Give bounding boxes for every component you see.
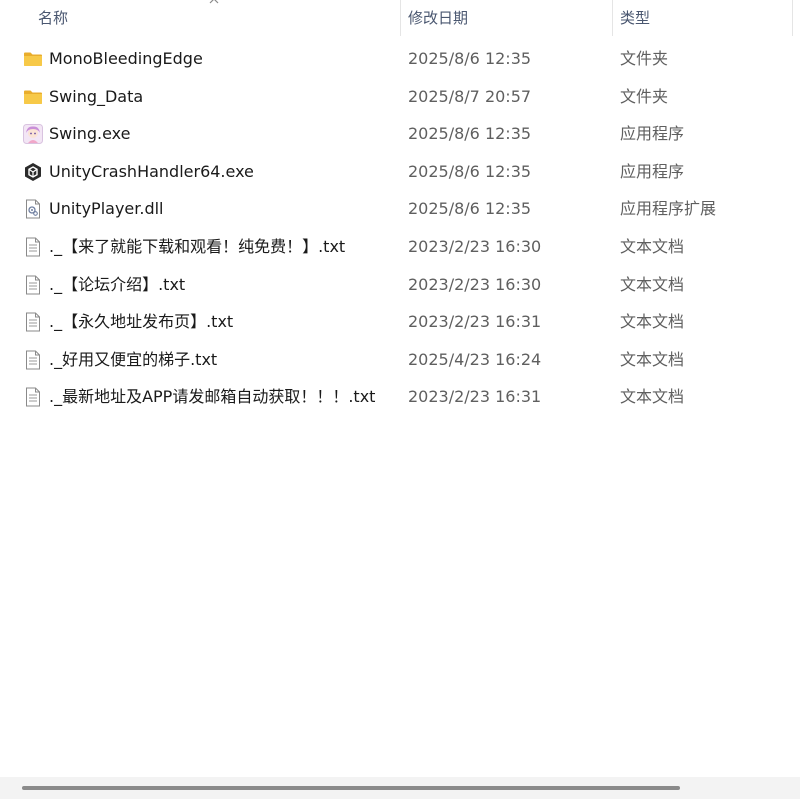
file-row[interactable]: MonoBleedingEdge 2025/8/6 12:35 文件夹: [0, 40, 800, 78]
file-date-modified: 2025/4/23 16:24: [408, 349, 542, 369]
file-name: ._最新地址及APP请发邮箱自动获取！！！.txt: [49, 387, 376, 407]
horizontal-scrollbar[interactable]: [0, 777, 800, 799]
file-date-modified: 2023/2/23 16:31: [408, 387, 542, 407]
file-date-modified: 2025/8/6 12:35: [408, 199, 532, 219]
folder-icon: [24, 90, 42, 104]
column-divider[interactable]: [400, 0, 401, 36]
file-type: 文本文档: [620, 349, 685, 369]
file-row[interactable]: Swing_Data 2025/8/7 20:57 文件夹: [0, 78, 800, 116]
file-row[interactable]: ._【来了就能下载和观看！纯免费！】.txt 2023/2/23 16:30 文…: [0, 228, 800, 266]
file-date-modified: 2023/2/23 16:30: [408, 236, 542, 256]
file-row[interactable]: ._【永久地址发布页】.txt 2023/2/23 16:31 文本文档: [0, 303, 800, 341]
file-type: 文本文档: [620, 236, 685, 256]
file-type: 文件夹: [620, 49, 669, 68]
file-row[interactable]: UnityCrashHandler64.exe 2025/8/6 12:35 应…: [0, 153, 800, 191]
dll-file-icon: [26, 199, 40, 219]
file-date-modified: 2025/8/7 20:57: [408, 86, 532, 106]
scrollbar-thumb[interactable]: [22, 786, 680, 790]
file-type: 应用程序扩展: [620, 199, 717, 219]
file-type: 文本文档: [620, 387, 685, 407]
file-date-modified: 2023/2/23 16:31: [408, 312, 542, 332]
folder-icon: [24, 52, 42, 66]
file-type: 应用程序: [620, 124, 685, 144]
text-file-icon: [26, 237, 40, 257]
file-name: ._【永久地址发布页】.txt: [49, 312, 234, 332]
file-row[interactable]: UnityPlayer.dll 2025/8/6 12:35 应用程序扩展: [0, 190, 800, 228]
file-name: Swing_Data: [49, 86, 144, 106]
file-name: Swing.exe: [49, 124, 131, 144]
file-date-modified: 2023/2/23 16:30: [408, 274, 542, 294]
column-header-date-modified[interactable]: 修改日期: [408, 0, 468, 36]
column-header-name[interactable]: 名称: [38, 0, 68, 36]
column-header-bar: 名称 修改日期 类型: [0, 0, 800, 36]
file-type: 文件夹: [620, 86, 669, 106]
file-row[interactable]: ._最新地址及APP请发邮箱自动获取！！！.txt 2023/2/23 16:3…: [0, 378, 800, 416]
file-name: MonoBleedingEdge: [49, 49, 203, 68]
text-file-icon: [26, 350, 40, 370]
text-file-icon: [26, 275, 40, 295]
file-name: UnityPlayer.dll: [49, 199, 164, 219]
column-divider[interactable]: [792, 0, 793, 36]
file-type: 文本文档: [620, 312, 685, 332]
file-name: UnityCrashHandler64.exe: [49, 161, 254, 181]
file-date-modified: 2025/8/6 12:35: [408, 49, 532, 68]
text-file-icon: [26, 387, 40, 407]
file-date-modified: 2025/8/6 12:35: [408, 161, 532, 181]
file-row[interactable]: Swing.exe 2025/8/6 12:35 应用程序: [0, 115, 800, 153]
file-name: ._好用又便宜的梯子.txt: [49, 349, 218, 369]
unity-icon: [25, 162, 41, 181]
file-list: MonoBleedingEdge 2025/8/6 12:35 文件夹 Swin…: [0, 40, 800, 416]
app-character-icon: [23, 124, 43, 145]
file-row[interactable]: ._【论坛介绍】.txt 2023/2/23 16:30 文本文档: [0, 266, 800, 304]
column-divider[interactable]: [612, 0, 613, 36]
file-type: 文本文档: [620, 274, 685, 294]
column-header-type[interactable]: 类型: [620, 0, 650, 36]
chevron-up-icon: [209, 0, 219, 4]
file-type: 应用程序: [620, 161, 685, 181]
file-explorer-details-view: 名称 修改日期 类型 MonoBleedingEdge 2025/8/6 12:…: [0, 0, 800, 799]
file-name: ._【论坛介绍】.txt: [49, 274, 186, 294]
file-date-modified: 2025/8/6 12:35: [408, 124, 532, 144]
file-row[interactable]: ._好用又便宜的梯子.txt 2025/4/23 16:24 文本文档: [0, 341, 800, 379]
text-file-icon: [26, 312, 40, 332]
file-name: ._【来了就能下载和观看！纯免费！】.txt: [49, 236, 346, 256]
